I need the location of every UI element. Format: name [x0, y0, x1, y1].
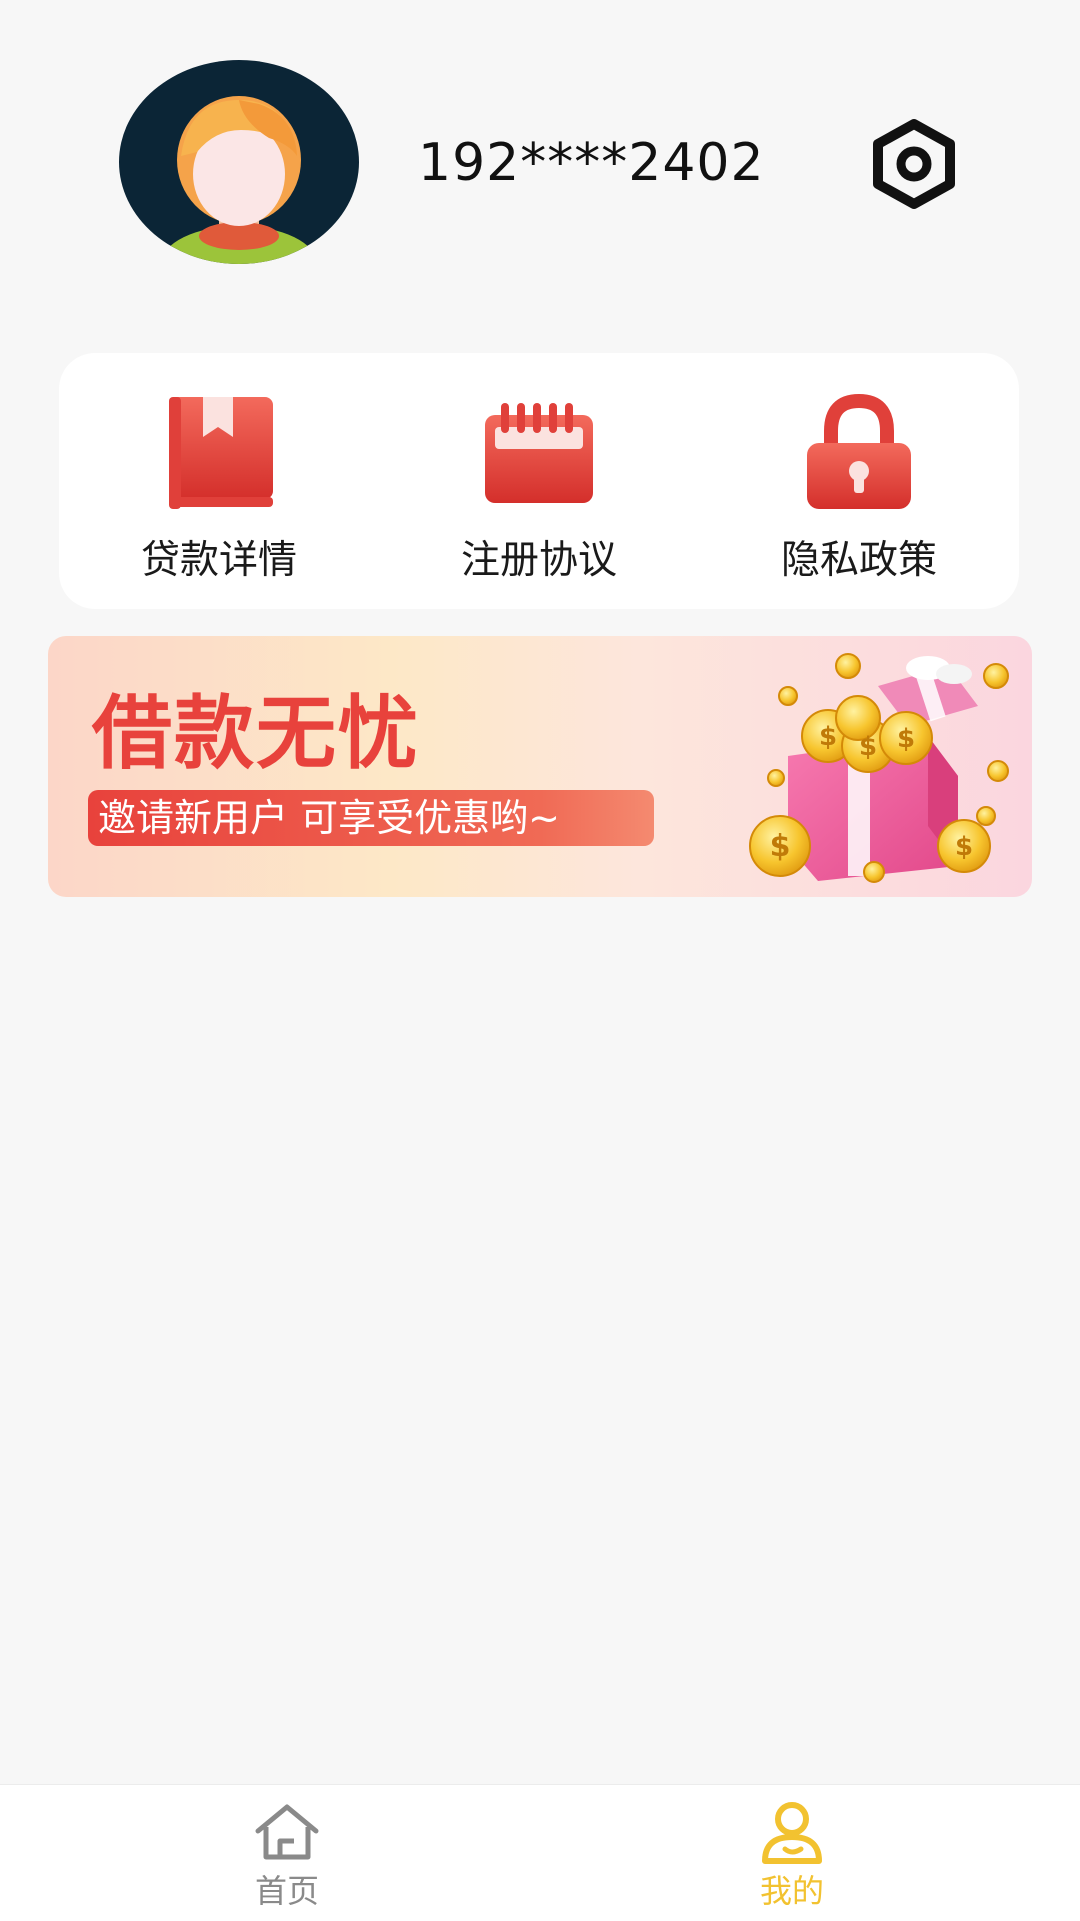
avatar-icon — [161, 96, 317, 264]
svg-text:$: $ — [955, 832, 973, 862]
banner-title: 借款无忧 — [92, 687, 420, 780]
banner-subtitle: 邀请新用户 可享受优惠哟~ — [98, 796, 560, 840]
quick-link-label: 贷款详情 — [140, 538, 297, 583]
tab-home-label: 首页 — [254, 1872, 319, 1910]
svg-text:$: $ — [770, 829, 791, 864]
tab-mine[interactable]: 我的 — [692, 1785, 892, 1921]
book-icon — [169, 397, 273, 509]
quick-link-label: 注册协议 — [460, 538, 617, 583]
notepad-icon — [485, 403, 593, 503]
svg-text:$: $ — [819, 722, 837, 752]
phone-number: 192****2402 — [418, 133, 765, 193]
quick-links-card: 贷款详情 注册协议 隐私政策 — [59, 353, 1019, 609]
settings-button[interactable] — [868, 118, 960, 210]
gift-box-coins-icon: $ $ $ $ $ — [749, 653, 1009, 883]
promo-banner[interactable]: 借款无忧 邀请新用户 可享受优惠哟~ $ $ $ $ $ — [48, 636, 1032, 897]
profile-header: 192****2402 — [0, 0, 1080, 280]
hexagon-settings-icon — [873, 119, 955, 209]
quick-link-registration-agreement[interactable]: 注册协议 — [379, 353, 699, 609]
tab-mine-label: 我的 — [759, 1872, 824, 1910]
quick-link-privacy-policy[interactable]: 隐私政策 — [699, 353, 1019, 609]
user-icon — [762, 1802, 822, 1864]
lock-icon — [807, 393, 911, 509]
quick-link-label: 隐私政策 — [780, 538, 937, 583]
quick-link-loan-details[interactable]: 贷款详情 — [59, 353, 379, 609]
avatar[interactable] — [119, 60, 359, 264]
svg-text:$: $ — [897, 724, 915, 754]
home-icon — [255, 1804, 319, 1860]
tab-home[interactable]: 首页 — [187, 1785, 387, 1921]
bottom-tab-bar: 首页 我的 — [0, 1784, 1080, 1921]
svg-text:$: $ — [859, 732, 877, 762]
